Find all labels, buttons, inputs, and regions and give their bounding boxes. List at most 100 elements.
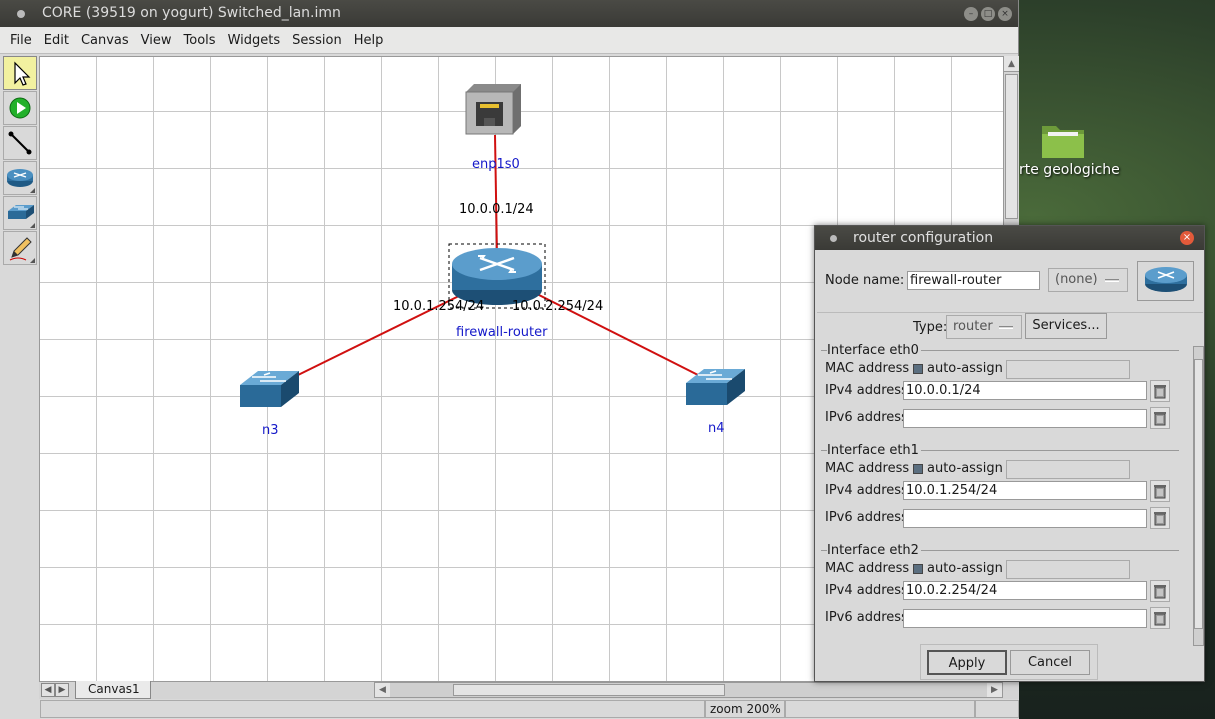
eth0-auto-assign-checkbox[interactable] [913, 364, 923, 374]
switch-node-button[interactable] [3, 196, 37, 230]
canvas-tab[interactable]: Canvas1 [75, 681, 151, 699]
rj45-node-icon[interactable] [465, 84, 521, 135]
eth1-auto-assign-label: auto-assign [927, 461, 1003, 476]
eth2-auto-assign-checkbox[interactable] [913, 564, 923, 574]
eth2-ipv6-label: IPv6 address [825, 610, 908, 625]
status-cell-right [975, 700, 1019, 718]
menu-edit[interactable]: Edit [38, 33, 75, 48]
interface-eth2-title: Interface eth2 [827, 543, 921, 558]
eth0-ipv6-label: IPv6 address [825, 410, 908, 425]
type-combo[interactable]: router [946, 315, 1022, 339]
pointer-icon [14, 61, 31, 86]
switch-n3-icon[interactable] [240, 371, 299, 407]
desktop-folder-label[interactable]: rte geologiche [1019, 162, 1120, 178]
dialog-close-icon[interactable]: × [1180, 231, 1194, 245]
menu-session[interactable]: Session [286, 33, 348, 48]
router-configuration-dialog: router configuration × Node name: firewa… [814, 225, 1205, 682]
menu-tools[interactable]: Tools [178, 33, 222, 48]
interface-label-rj45: 10.0.0.1/24 [459, 202, 534, 217]
folder-icon[interactable] [1040, 120, 1086, 160]
left-gutter [0, 266, 39, 719]
dialog-menu-icon[interactable] [830, 235, 837, 242]
vertical-scroll-thumb[interactable] [1005, 74, 1018, 219]
zoom-status: zoom 200% [705, 700, 785, 718]
eth2-ipv4-input[interactable]: 10.0.2.254/24 [903, 581, 1147, 600]
eth0-mac-input [1006, 360, 1130, 379]
minimize-icon[interactable]: – [964, 7, 978, 21]
window-title: CORE (39519 on yogurt) Switched_lan.imn [42, 5, 341, 21]
menu-file[interactable]: File [4, 33, 38, 48]
node-label-n4[interactable]: n4 [708, 421, 725, 436]
link-rj45-router[interactable] [494, 134, 498, 257]
group-combo[interactable]: (none) [1048, 268, 1128, 292]
eth2-mac-input [1006, 560, 1130, 579]
dialog-separator [817, 312, 1203, 313]
router-node-button[interactable] [3, 161, 37, 195]
type-label: Type: [913, 320, 948, 335]
node-label-enp1s0[interactable]: enp1s0 [472, 157, 520, 172]
scroll-left-icon[interactable]: ◀ [375, 683, 390, 697]
trash-icon [1154, 585, 1166, 599]
interface-eth0-title: Interface eth0 [827, 343, 921, 358]
eth2-ipv6-input[interactable] [903, 609, 1147, 628]
dialog-title: router configuration [853, 230, 994, 246]
close-icon[interactable]: × [998, 7, 1012, 21]
group-combo-value: (none) [1055, 272, 1098, 287]
menu-view[interactable]: View [135, 33, 178, 48]
link-tool-button[interactable] [3, 126, 37, 160]
tool-palette [3, 56, 39, 266]
dialog-titlebar[interactable]: router configuration × [815, 226, 1204, 250]
interfaces-scrollbar[interactable] [1193, 346, 1204, 646]
selection-tool-button[interactable] [3, 56, 37, 90]
canvas-horizontal-scrollbar[interactable]: ◀ ▶ [374, 682, 1003, 698]
main-titlebar[interactable]: CORE (39519 on yogurt) Switched_lan.imn … [0, 0, 1018, 27]
menu-widgets[interactable]: Widgets [222, 33, 287, 48]
apply-button[interactable]: Apply [927, 650, 1007, 675]
eth0-auto-assign-label: auto-assign [927, 361, 1003, 376]
eth1-ipv4-input[interactable]: 10.0.1.254/24 [903, 481, 1147, 500]
router-node-icon[interactable] [452, 248, 542, 305]
eth0-ipv6-input[interactable] [903, 409, 1147, 428]
start-session-button[interactable] [3, 91, 37, 125]
eth2-ipv6-delete-button[interactable] [1150, 607, 1170, 629]
maximize-icon[interactable]: □ [981, 7, 995, 21]
annotation-tool-button[interactable] [3, 231, 37, 265]
eth2-auto-assign-label: auto-assign [927, 561, 1003, 576]
canvas-nav-arrows: ◀ ▶ [41, 683, 69, 697]
status-cell-empty [785, 700, 975, 718]
eth1-ipv4-delete-button[interactable] [1150, 480, 1170, 502]
eth1-ipv6-input[interactable] [903, 509, 1147, 528]
eth1-auto-assign-checkbox[interactable] [913, 464, 923, 474]
eth0-ipv6-delete-button[interactable] [1150, 407, 1170, 429]
eth1-mac-input [1006, 460, 1130, 479]
trash-icon [1154, 412, 1166, 426]
cancel-button[interactable]: Cancel [1010, 650, 1090, 675]
node-label-n3[interactable]: n3 [262, 423, 279, 438]
window-menu-icon[interactable] [17, 10, 25, 18]
node-name-label: Node name: [825, 273, 905, 288]
scroll-up-icon[interactable]: ▲ [1004, 56, 1019, 72]
eth2-ipv4-delete-button[interactable] [1150, 580, 1170, 602]
status-message [40, 700, 705, 718]
next-canvas-icon[interactable]: ▶ [55, 683, 69, 697]
interfaces-scroll-thumb[interactable] [1194, 359, 1203, 629]
eth2-ipv4-label: IPv4 address [825, 583, 908, 598]
router-icon [1144, 267, 1187, 292]
play-icon [9, 97, 31, 119]
trash-icon [1154, 485, 1166, 499]
eth0-ipv4-delete-button[interactable] [1150, 380, 1170, 402]
menu-canvas[interactable]: Canvas [75, 33, 135, 48]
prev-canvas-icon[interactable]: ◀ [41, 683, 55, 697]
node-name-input[interactable]: firewall-router [907, 271, 1040, 290]
node-label-firewall-router[interactable]: firewall-router [456, 325, 547, 340]
eth1-ipv6-delete-button[interactable] [1150, 507, 1170, 529]
eth0-mac-label: MAC address [825, 361, 910, 376]
scroll-right-icon[interactable]: ▶ [987, 683, 1002, 697]
node-icon-button[interactable] [1137, 261, 1194, 301]
menu-help[interactable]: Help [348, 33, 390, 48]
trash-icon [1154, 385, 1166, 399]
eth0-ipv4-input[interactable]: 10.0.0.1/24 [903, 381, 1147, 400]
services-button[interactable]: Services... [1025, 313, 1107, 339]
horizontal-scroll-thumb[interactable] [453, 684, 725, 696]
eth1-ipv6-label: IPv6 address [825, 510, 908, 525]
